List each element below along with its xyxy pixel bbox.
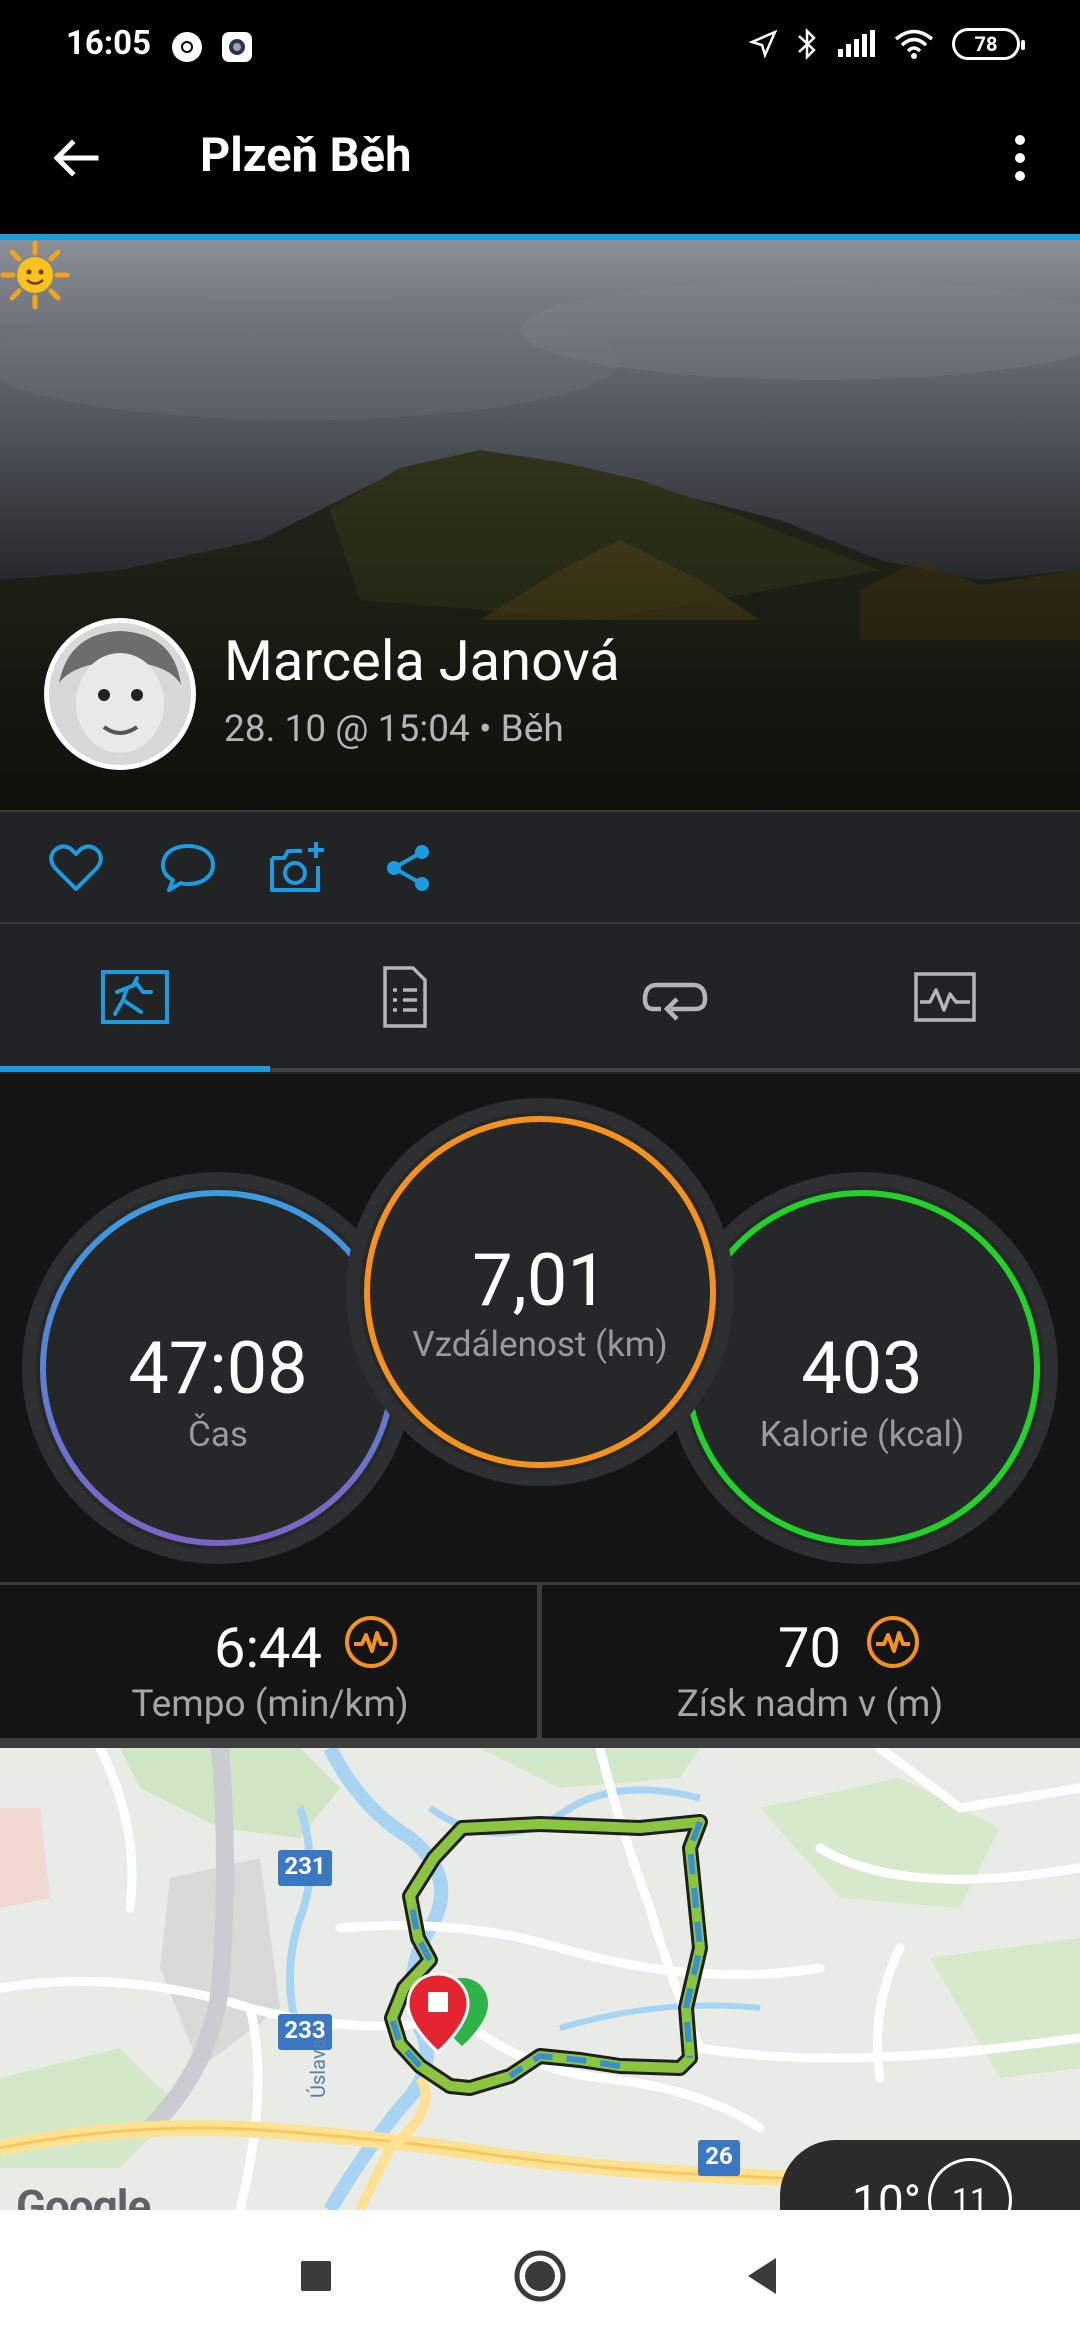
time-value: 47:08 [128, 1326, 308, 1411]
pace-label: Tempo (min/km) [131, 1683, 409, 1726]
recents-button[interactable] [280, 2240, 352, 2312]
like-button[interactable] [44, 836, 108, 900]
calories-value: 403 [801, 1326, 923, 1411]
recents-square-icon [301, 2261, 331, 2291]
comment-button[interactable] [156, 836, 220, 900]
tab-overview[interactable] [0, 924, 270, 1070]
app-bar: Plzeň Běh [0, 80, 1080, 234]
avatar[interactable] [44, 618, 196, 770]
distance-stat: 7,01 Vzdálenost (km) [360, 1112, 720, 1472]
tab-details[interactable] [270, 924, 540, 1070]
active-tab-indicator [0, 1066, 270, 1072]
bluetooth-icon [798, 27, 816, 61]
secondary-metrics: 6:44 Tempo (min/km) 70 Získ nadm v (m) [0, 1582, 1080, 1743]
location-arrow-icon [748, 29, 778, 59]
page-title: Plzeň Běh [200, 128, 412, 183]
pace-value: 6:44 [214, 1615, 322, 1681]
time-label: Čas [188, 1414, 248, 1455]
home-button[interactable] [504, 2240, 576, 2312]
home-circle-icon [514, 2250, 566, 2302]
battery-icon: 78 [952, 28, 1025, 60]
distance-label: Vzdálenost (km) [412, 1324, 668, 1365]
back-button[interactable] [40, 122, 112, 194]
arrow-left-icon [53, 139, 99, 177]
child-portrait-photo [49, 623, 191, 765]
activity-date-type: 28. 10 @ 15:04 • Běh [224, 708, 564, 751]
document-list-icon [383, 966, 427, 1028]
status-time: 16:05 [66, 24, 152, 63]
street-label: Úslava [306, 2038, 330, 2098]
activity-tabs [0, 924, 1080, 1074]
time-stat: 47:08 Čas [36, 1186, 400, 1550]
like-icon [49, 844, 103, 891]
metrics-divider [0, 1738, 1080, 1748]
activity-chart-icon [914, 972, 976, 1022]
tab-charts[interactable] [810, 924, 1080, 1070]
system-nav-bar [0, 2210, 1080, 2340]
system-back-button[interactable] [726, 2240, 798, 2312]
calories-stat: 403 Kalorie (kcal) [680, 1186, 1044, 1550]
wifi-icon [894, 29, 934, 59]
pulse-badge-icon [345, 1616, 397, 1668]
share-button[interactable] [376, 836, 440, 900]
summary-stats: 47:08 Čas 403 Kalorie (kcal) 7,01 Vzdále… [0, 1074, 1080, 1582]
running-summary-icon [101, 970, 169, 1024]
elevation-value: 70 [778, 1615, 841, 1681]
pace-metric[interactable]: 6:44 Tempo (min/km) [0, 1585, 540, 1740]
elevation-label: Získ nadm v (m) [676, 1683, 944, 1726]
back-triangle-icon [748, 2258, 776, 2294]
activity-cover-photo: Marcela Janová 28. 10 @ 15:04 • Běh [0, 240, 1080, 810]
more-vert-icon [1015, 135, 1025, 181]
elevation-metric[interactable]: 70 Získ nadm v (m) [540, 1585, 1080, 1740]
pulse-badge-icon [867, 1616, 919, 1668]
calories-label: Kalorie (kcal) [759, 1414, 965, 1455]
overflow-menu-button[interactable] [990, 122, 1050, 194]
add-photo-button[interactable] [266, 836, 330, 900]
comment-icon [161, 844, 215, 892]
status-icons: 78 [748, 26, 1025, 62]
distance-value: 7,01 [472, 1238, 608, 1323]
share-icon [387, 845, 429, 891]
loop-icon [642, 982, 708, 1021]
camera-app-icon [222, 32, 252, 62]
sun-icon [0, 240, 70, 310]
road-label-231: 231 [284, 1852, 326, 1880]
user-name[interactable]: Marcela Janová [224, 628, 620, 694]
road-label-26: 26 [705, 2142, 733, 2170]
chrome-icon [172, 32, 202, 62]
status-bar: 16:05 78 [0, 0, 1080, 80]
add-photo-icon [270, 842, 324, 892]
action-row [0, 810, 1080, 924]
signal-icon [838, 30, 875, 57]
tab-laps[interactable] [540, 924, 810, 1070]
